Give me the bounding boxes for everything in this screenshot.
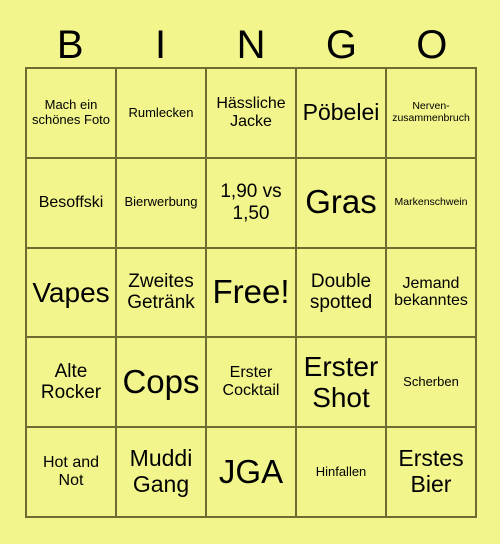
bingo-cell[interactable]: Besoffski — [27, 158, 117, 249]
bingo-cell[interactable]: Gras — [297, 158, 387, 249]
bingo-cell-label: Pöbelei — [302, 99, 380, 126]
bingo-cell[interactable]: Mach ein schönes Foto — [27, 69, 117, 159]
bingo-cell[interactable]: 1,90 vs 1,50 — [207, 158, 297, 249]
bingo-cell[interactable]: JGA — [207, 428, 297, 518]
bingo-cell[interactable]: Free! — [207, 248, 297, 339]
bingo-cell[interactable]: Rumlecken — [117, 69, 207, 159]
bingo-cell[interactable]: Hinfallen — [297, 428, 387, 518]
bingo-cell[interactable]: Pöbelei — [297, 69, 387, 159]
bingo-cell-label: Zweites Getränk — [127, 271, 195, 314]
bingo-cell[interactable]: Hässliche Jacke — [207, 69, 297, 159]
bingo-cell-label: Erster Cocktail — [222, 364, 280, 400]
bingo-cell-label: Scherben — [403, 374, 459, 390]
header-letter-g: G — [325, 22, 357, 67]
bingo-header: B I N G O — [25, 22, 477, 67]
bingo-cell[interactable]: Erster Shot — [297, 338, 387, 429]
bingo-cell-label: 1,90 vs 1,50 — [220, 181, 282, 224]
bingo-cell-label: Cops — [122, 362, 200, 400]
bingo-cell-label: Gras — [305, 183, 377, 221]
bingo-cell[interactable]: Hot and Not — [27, 428, 117, 518]
bingo-cell-label: Mach ein schönes Foto — [31, 97, 111, 127]
bingo-cell-label: Nerven-zusammenbruch — [392, 100, 470, 124]
bingo-cell-label: Vapes — [32, 276, 110, 308]
header-letter-o: O — [416, 22, 448, 67]
bingo-cell[interactable]: Erstes Bier — [387, 428, 477, 518]
bingo-cell[interactable]: Erster Cocktail — [207, 338, 297, 429]
bingo-cell[interactable]: Double spotted — [297, 248, 387, 339]
header-letter-i: I — [155, 22, 167, 67]
bingo-cell-label: JGA — [218, 452, 284, 490]
bingo-cell[interactable]: Scherben — [387, 338, 477, 429]
bingo-cell[interactable]: Muddi Gang — [117, 428, 207, 518]
bingo-cell-label: Muddi Gang — [129, 445, 193, 498]
bingo-cell[interactable]: Cops — [117, 338, 207, 429]
bingo-cell[interactable]: Markenschwein — [387, 158, 477, 249]
bingo-cell-label: Jemand bekanntes — [394, 274, 468, 310]
bingo-cell-label: Besoffski — [38, 193, 104, 211]
bingo-cell-label: Erster Shot — [303, 350, 379, 414]
bingo-cell-label: Free! — [212, 273, 290, 311]
header-letter-b: B — [56, 22, 84, 67]
bingo-cell-label: Rumlecken — [128, 104, 194, 120]
bingo-cell-label: Alte Rocker — [40, 361, 102, 404]
bingo-cell[interactable]: Jemand bekanntes — [387, 248, 477, 339]
bingo-cell[interactable]: Nerven-zusammenbruch — [387, 69, 477, 159]
bingo-cell-label: Hinfallen — [315, 463, 367, 479]
bingo-cell-label: Bierwerbung — [124, 194, 198, 210]
bingo-cell[interactable]: Zweites Getränk — [117, 248, 207, 339]
header-letter-n: N — [236, 22, 266, 67]
bingo-cell[interactable]: Bierwerbung — [117, 158, 207, 249]
bingo-cell[interactable]: Vapes — [27, 248, 117, 339]
bingo-cell-label: Erstes Bier — [398, 445, 464, 498]
bingo-cell-label: Hässliche Jacke — [216, 94, 286, 130]
bingo-cell-label: Markenschwein — [394, 195, 468, 208]
bingo-cell-label: Hot and Not — [42, 454, 100, 490]
bingo-card: B I N G O Mach ein schönes Foto Rumlecken… — [0, 0, 500, 544]
bingo-cell-label: Double spotted — [309, 271, 373, 314]
bingo-grid: Mach ein schönes Foto Rumlecken Hässliche … — [25, 67, 477, 518]
bingo-cell[interactable]: Alte Rocker — [27, 338, 117, 429]
